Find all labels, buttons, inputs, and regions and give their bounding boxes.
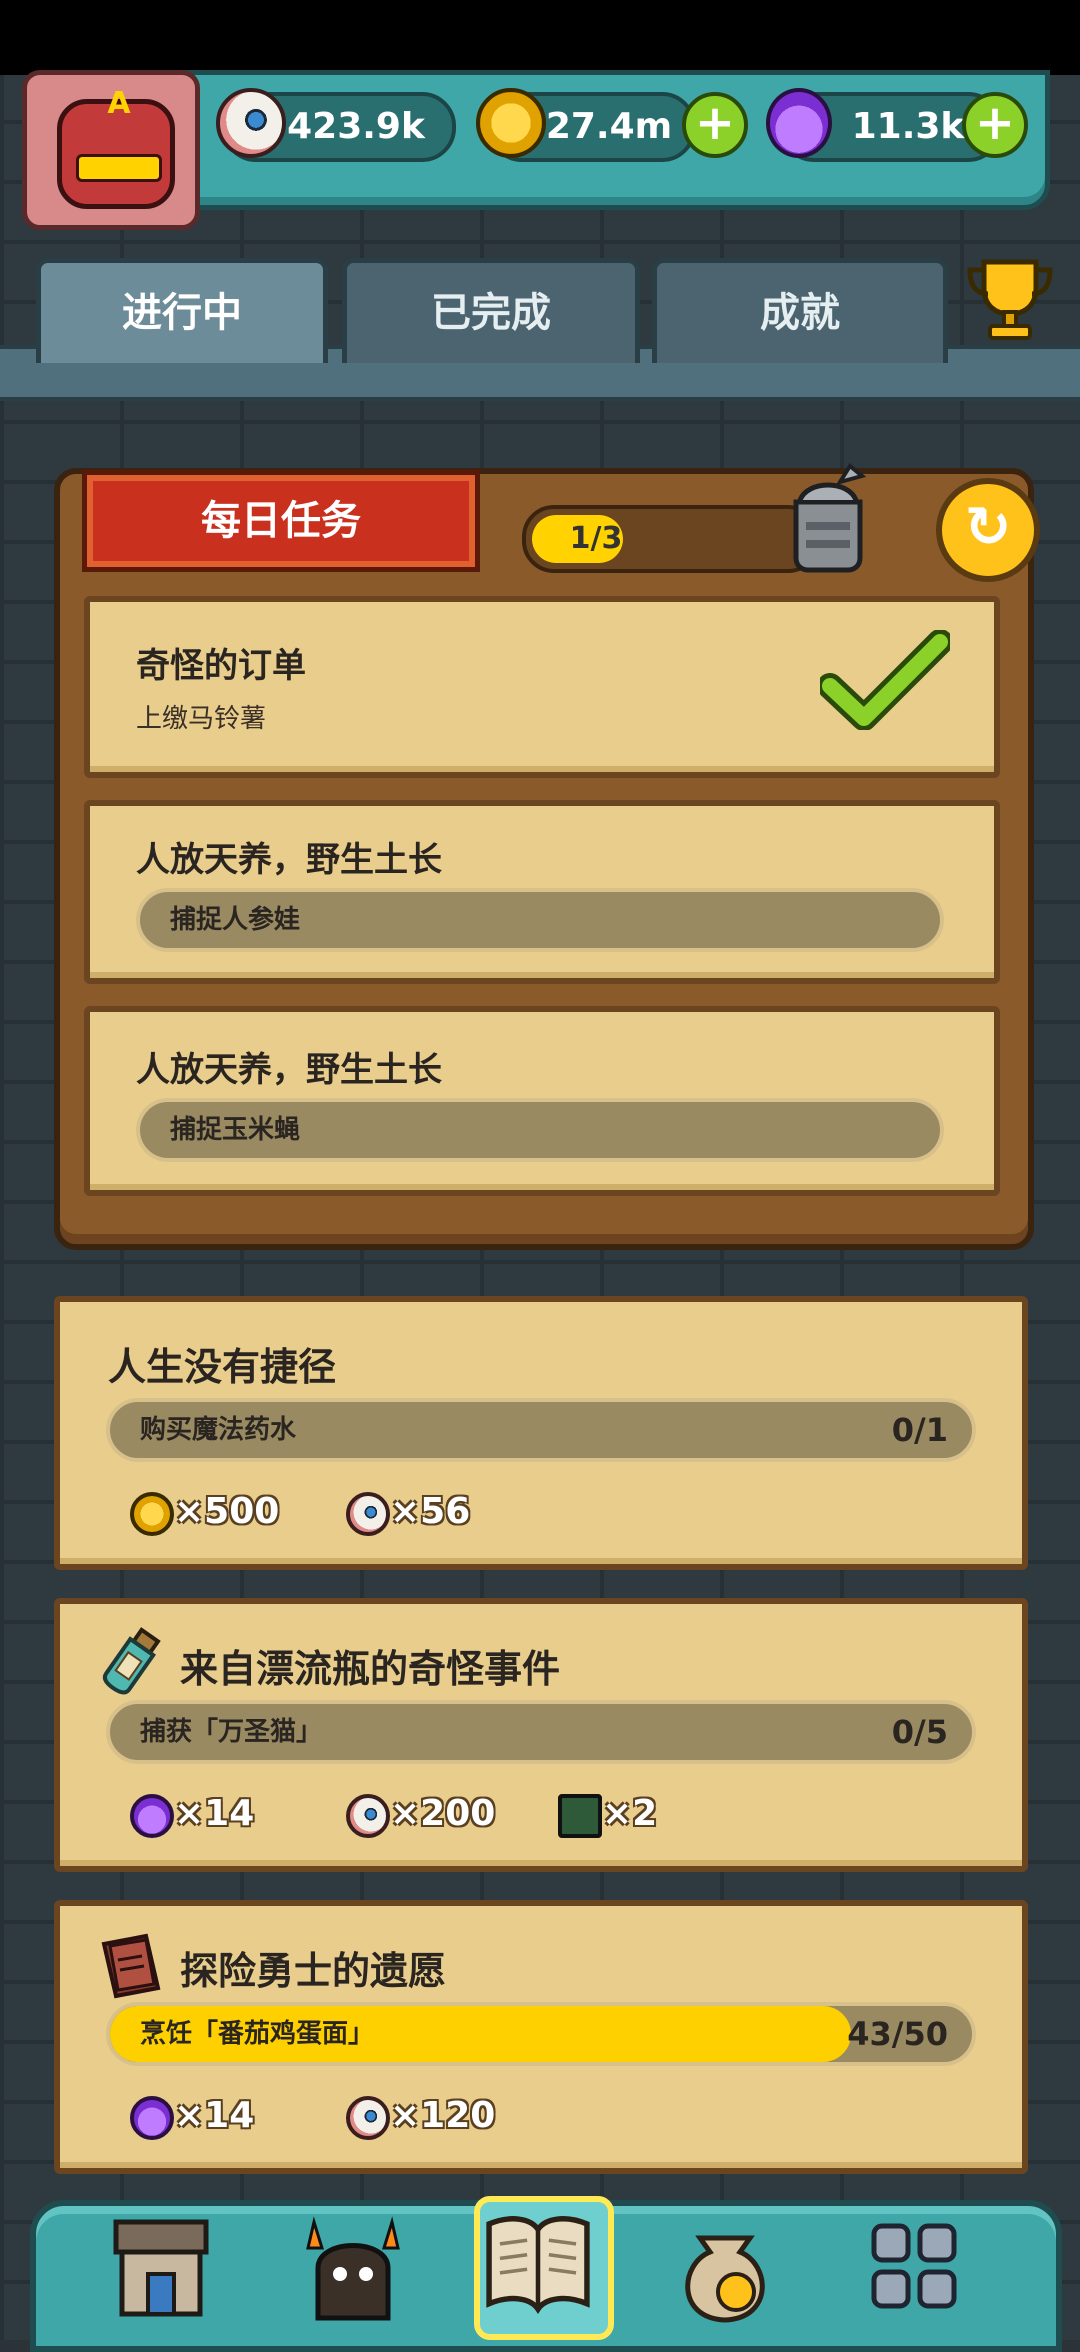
reward-value: ×14 — [174, 2095, 255, 2136]
reward-value: ×500 — [174, 1491, 280, 1532]
potion-icon — [766, 88, 832, 158]
quest-goal: 捕获「万圣猫」 — [140, 1717, 323, 1747]
quest-rewards: ×14 ×120 — [130, 2086, 930, 2146]
coin-icon — [130, 1492, 174, 1536]
task-subtitle: 上缴马铃薯 — [136, 704, 267, 734]
reward-value: ×200 — [390, 1793, 496, 1834]
shop-icon — [113, 2219, 209, 2317]
quest-title: 探险勇士的遗愿 — [180, 1949, 447, 1993]
nav-monsters[interactable] — [298, 2208, 408, 2328]
quest-title: 人生没有捷径 — [108, 1345, 337, 1389]
potion-icon — [130, 2096, 174, 2140]
monster-face-icon: A — [57, 86, 175, 209]
quest-card[interactable]: 人生没有捷径 购买魔法药水 0/1 ×500 ×56 — [54, 1296, 1028, 1570]
trophy-icon[interactable] — [962, 250, 1058, 346]
nav-coin-bag[interactable] — [670, 2208, 780, 2328]
add-coins-button[interactable]: + — [682, 92, 748, 158]
quest-count: 43/50 — [847, 2015, 948, 2053]
nav-quests[interactable] — [474, 2196, 614, 2340]
coin-icon — [476, 88, 546, 158]
quest-progress-bar: 购买魔法药水 0/1 — [106, 1398, 976, 1462]
quest-title: 来自漂流瓶的奇怪事件 — [180, 1647, 561, 1691]
quest-progress-bar: 烹饪「番茄鸡蛋面」 43/50 — [106, 2002, 976, 2066]
reward-value: ×120 — [390, 2095, 496, 2136]
daily-progress-text: 1/3 — [569, 521, 623, 556]
quest-progress-bar: 捕获「万圣猫」 0/5 — [106, 1700, 976, 1764]
reward-value: ×14 — [174, 1793, 255, 1834]
tab-completed[interactable]: 已完成 — [342, 258, 640, 363]
teeth-icon — [76, 154, 162, 182]
avatar-letter: A — [107, 86, 131, 121]
eye-icon — [346, 2096, 390, 2140]
task-subtitle: 捕捉玉米蝇 — [170, 1115, 301, 1145]
daily-task-card[interactable]: 人放天养，野生土长 捕捉玉米蝇 — [84, 1006, 1000, 1196]
task-title: 人放天养，野生土长 — [136, 840, 442, 880]
eye-icon — [346, 1492, 390, 1536]
eye-icon — [346, 1794, 390, 1838]
quest-book-icon — [486, 2216, 590, 2315]
eye-icon — [216, 88, 286, 158]
add-potions-button[interactable]: + — [962, 92, 1028, 158]
task-progress-bar: 捕捉玉米蝇 — [136, 1098, 944, 1162]
task-title: 人放天养，野生土长 — [136, 1050, 442, 1090]
quest-count: 0/1 — [891, 1411, 948, 1449]
book-icon — [101, 1933, 161, 1999]
check-icon — [820, 630, 950, 730]
quest-count: 0/5 — [891, 1713, 948, 1751]
quest-rewards: ×500 ×56 — [130, 1482, 930, 1542]
task-progress-bar: 捕捉人参娃 — [136, 888, 944, 952]
reward-chest-icon[interactable] — [778, 460, 878, 575]
nav-shop[interactable] — [106, 2208, 216, 2328]
daily-tasks-title: 每日任务 — [82, 470, 480, 572]
quest-rewards: ×14 ×200 ×2 — [130, 1784, 930, 1844]
daily-progress-bar: 1/3 — [522, 505, 820, 573]
daily-task-card[interactable]: 人放天养，野生土长 捕捉人参娃 — [84, 800, 1000, 984]
task-title: 奇怪的订单 — [136, 646, 306, 686]
monster-icon — [306, 2216, 400, 2321]
refresh-daily-button[interactable]: ↻ — [936, 478, 1040, 582]
tab-achievements[interactable]: 成就 — [652, 258, 948, 363]
grid-menu-icon — [871, 2223, 957, 2309]
coin-bag-icon — [685, 2235, 765, 2323]
status-bar — [0, 0, 1080, 75]
quest-card[interactable]: 探险勇士的遗愿 烹饪「番茄鸡蛋面」 43/50 ×14 ×120 — [54, 1900, 1028, 2174]
quest-card[interactable]: 来自漂流瓶的奇怪事件 捕获「万圣猫」 0/5 ×14 ×200 ×2 — [54, 1598, 1028, 1872]
tab-in-progress[interactable]: 进行中 — [36, 258, 328, 363]
nav-more[interactable] — [860, 2208, 970, 2328]
map-icon — [558, 1794, 602, 1838]
quest-goal: 烹饪「番茄鸡蛋面」 — [140, 2019, 375, 2049]
potion-icon — [130, 1794, 174, 1838]
reward-value: ×2 — [602, 1793, 658, 1834]
quest-goal: 购买魔法药水 — [140, 1415, 297, 1445]
bottle-icon — [102, 1627, 161, 1695]
task-subtitle: 捕捉人参娃 — [170, 905, 301, 935]
reward-value: ×56 — [390, 1491, 471, 1532]
player-avatar[interactable]: A — [22, 70, 200, 230]
